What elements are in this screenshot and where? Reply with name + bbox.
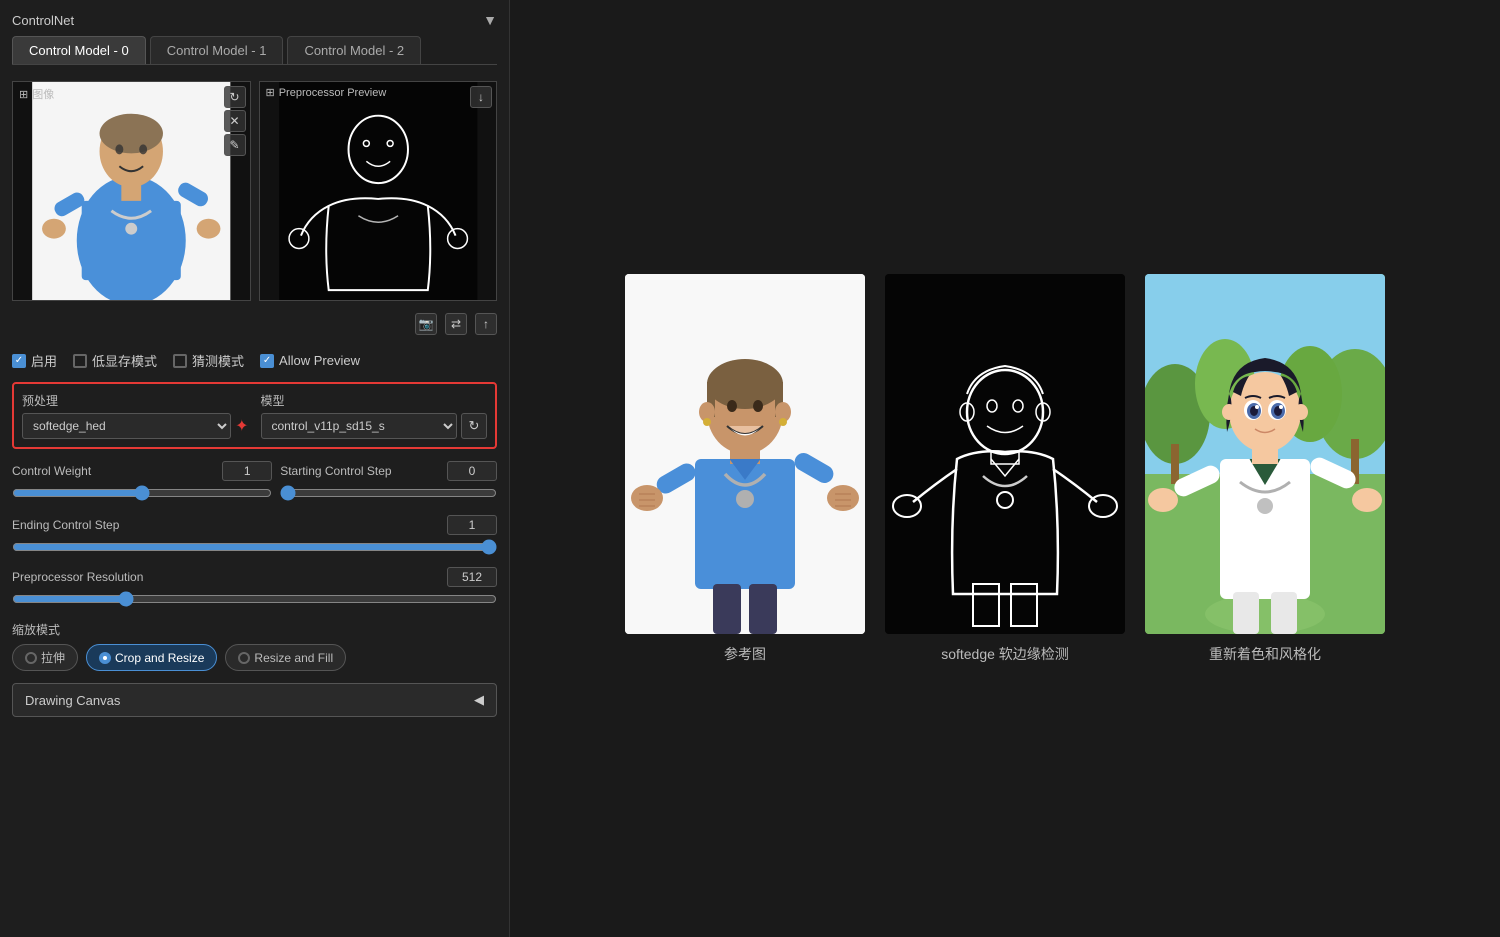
guess-mode-checkbox-item[interactable]: 猜测模式 bbox=[173, 351, 244, 370]
result-item-0: 参考图 bbox=[625, 274, 865, 664]
result-caption-1: softedge 软边缘检测 bbox=[941, 644, 1069, 664]
control-weight-value: 1 bbox=[222, 461, 272, 481]
action-buttons-row: 📷 ⇄ ↑ bbox=[12, 309, 497, 339]
swap-btn[interactable]: ⇄ bbox=[445, 313, 467, 335]
resize-fill-label: Resize and Fill bbox=[254, 651, 333, 665]
low-vram-checkbox-item[interactable]: 低显存模式 bbox=[73, 351, 157, 370]
allow-preview-label: Allow Preview bbox=[279, 353, 360, 368]
ending-step-slider[interactable] bbox=[12, 539, 497, 555]
crop-resize-radio-dot bbox=[99, 652, 111, 664]
preprocessor-preview-svg bbox=[260, 82, 497, 300]
preview-image-label: ⊞ Preprocessor Preview bbox=[266, 86, 387, 99]
options-row: ✓ 启用 低显存模式 猜测模式 ✓ Allow Preview bbox=[12, 347, 497, 374]
preprocessor-select[interactable]: softedge_hed canny depth none bbox=[22, 413, 231, 439]
refresh-source-btn[interactable]: ↻ bbox=[224, 86, 246, 108]
allow-preview-checkbox-item[interactable]: ✓ Allow Preview bbox=[260, 353, 360, 368]
stretch-radio-dot bbox=[25, 652, 37, 664]
starting-step-slider[interactable] bbox=[280, 485, 497, 501]
source-image-label: ⊞ 图像 bbox=[19, 86, 54, 102]
preproc-resolution-slider[interactable] bbox=[12, 591, 497, 607]
preview-image-actions: ↓ bbox=[470, 86, 492, 108]
preproc-resolution-value: 512 bbox=[447, 567, 497, 587]
source-image-box[interactable]: ⊞ 图像 ↻ ✕ ✎ bbox=[12, 81, 251, 301]
control-weight-label: Control Weight bbox=[12, 464, 91, 478]
control-weight-slider[interactable] bbox=[12, 485, 272, 501]
ending-step-label: Ending Control Step bbox=[12, 518, 119, 532]
crop-resize-label: Crop and Resize bbox=[115, 651, 204, 665]
allow-preview-check-icon: ✓ bbox=[260, 354, 274, 368]
preprocessor-group: 预处理 softedge_hed canny depth none ✦ bbox=[22, 392, 249, 439]
edit-source-btn[interactable]: ✎ bbox=[224, 134, 246, 156]
panel-title: ControlNet bbox=[12, 13, 74, 28]
image-preview-row: ⊞ 图像 ↻ ✕ ✎ bbox=[12, 81, 497, 301]
weight-start-row: Control Weight 1 Starting Control Step 0 bbox=[12, 457, 497, 505]
result-image-1 bbox=[885, 274, 1125, 634]
guess-mode-label: 猜测模式 bbox=[192, 351, 244, 370]
enable-check-icon: ✓ bbox=[12, 354, 26, 368]
preprocessor-select-row: softedge_hed canny depth none ✦ bbox=[22, 413, 249, 439]
tab-model-1[interactable]: Control Model - 1 bbox=[150, 36, 284, 64]
stretch-label: 拉伸 bbox=[41, 649, 65, 666]
preproc-resolution-section: Preprocessor Resolution 512 bbox=[12, 565, 497, 609]
drawing-canvas-label: Drawing Canvas bbox=[25, 693, 120, 708]
model-select-row: control_v11p_sd15_s control_v11f1p_sd15_… bbox=[261, 413, 488, 439]
starting-step-value: 0 bbox=[447, 461, 497, 481]
preproc-resolution-label: Preprocessor Resolution bbox=[12, 570, 143, 584]
model-select[interactable]: control_v11p_sd15_s control_v11f1p_sd15_… bbox=[261, 413, 458, 439]
scale-mode-label: 缩放模式 bbox=[12, 621, 497, 638]
drawing-canvas-arrow: ◀ bbox=[474, 692, 484, 708]
scale-mode-radio-group: 拉伸 Crop and Resize Resize and Fill bbox=[12, 644, 497, 671]
result-caption-0: 参考图 bbox=[724, 644, 766, 664]
download-preview-btn[interactable]: ↓ bbox=[470, 86, 492, 108]
results-row: 参考图 bbox=[625, 274, 1385, 664]
upload-btn[interactable]: ↑ bbox=[475, 313, 497, 335]
resize-fill-radio-dot bbox=[238, 652, 250, 664]
close-source-btn[interactable]: ✕ bbox=[224, 110, 246, 132]
result-item-1: softedge 软边缘检测 bbox=[885, 274, 1125, 664]
scale-mode-section: 缩放模式 拉伸 Crop and Resize Resize and Fill bbox=[12, 617, 497, 675]
nurse-photo-svg bbox=[13, 82, 250, 300]
control-net-panel: ControlNet ▼ Control Model - 0 Control M… bbox=[0, 0, 510, 937]
guess-mode-check-icon bbox=[173, 354, 187, 368]
preprocessor-model-box: 预处理 softedge_hed canny depth none ✦ 模型 c… bbox=[12, 382, 497, 449]
scale-stretch-option[interactable]: 拉伸 bbox=[12, 644, 78, 671]
results-panel: 参考图 bbox=[510, 0, 1500, 937]
star-icon: ✦ bbox=[235, 416, 248, 436]
control-weight-col: Control Weight 1 bbox=[12, 461, 272, 501]
scale-resize-fill-option[interactable]: Resize and Fill bbox=[225, 644, 346, 671]
preprocessor-label: 预处理 bbox=[22, 392, 249, 409]
result-caption-2: 重新着色和风格化 bbox=[1209, 644, 1321, 664]
collapse-arrow-icon[interactable]: ▼ bbox=[483, 12, 497, 28]
low-vram-label: 低显存模式 bbox=[92, 351, 157, 370]
model-group: 模型 control_v11p_sd15_s control_v11f1p_sd… bbox=[261, 392, 488, 439]
preview-image-box: ⊞ Preprocessor Preview ↓ bbox=[259, 81, 498, 301]
result-image-2 bbox=[1145, 274, 1385, 634]
tab-model-0[interactable]: Control Model - 0 bbox=[12, 36, 146, 64]
camera-btn[interactable]: 📷 bbox=[415, 313, 437, 335]
panel-header: ControlNet ▼ bbox=[12, 12, 497, 28]
ending-step-section: Ending Control Step 1 bbox=[12, 513, 497, 557]
enable-label: 启用 bbox=[31, 351, 57, 370]
low-vram-check-icon bbox=[73, 354, 87, 368]
result-image-0 bbox=[625, 274, 865, 634]
scale-crop-resize-option[interactable]: Crop and Resize bbox=[86, 644, 217, 671]
model-tabs: Control Model - 0 Control Model - 1 Cont… bbox=[12, 36, 497, 65]
tab-model-2[interactable]: Control Model - 2 bbox=[287, 36, 421, 64]
model-refresh-btn[interactable]: ↻ bbox=[461, 413, 487, 439]
source-image-actions: ↻ ✕ ✎ bbox=[224, 86, 246, 156]
result-item-2: 重新着色和风格化 bbox=[1145, 274, 1385, 664]
ending-step-value: 1 bbox=[447, 515, 497, 535]
starting-step-col: Starting Control Step 0 bbox=[280, 461, 497, 501]
drawing-canvas-row[interactable]: Drawing Canvas ◀ bbox=[12, 683, 497, 717]
enable-checkbox-item[interactable]: ✓ 启用 bbox=[12, 351, 57, 370]
model-label: 模型 bbox=[261, 392, 488, 409]
starting-step-label: Starting Control Step bbox=[280, 464, 391, 478]
